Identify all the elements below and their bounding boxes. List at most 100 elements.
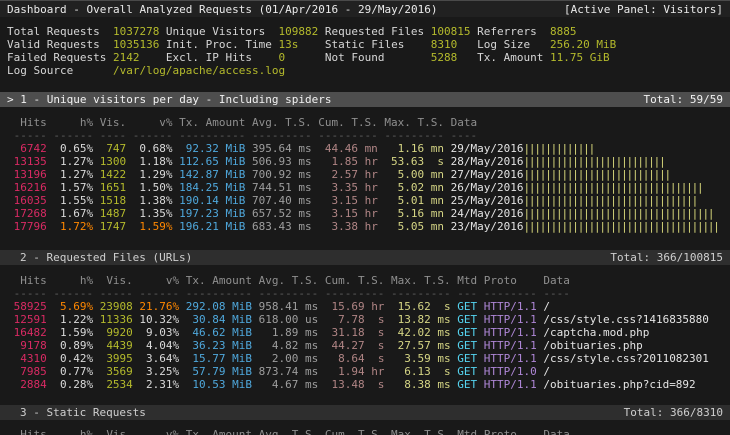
column-header: Proto [484,274,544,287]
column-header: Avg. T.S. [252,428,318,435]
visitors-table-body: 6742 0.65% 747 0.68% 92.32 MiB 395.64 ms… [0,142,730,233]
visitors-cell: 11336 [93,313,133,326]
log-source-path: /var/log/apache/access.log [113,64,285,77]
url-cell: /css/style.css?2011082301 [543,352,709,365]
visitor-day-row[interactable]: 16035 1.55% 1518 1.38% 190.14 MiB 707.40… [0,194,730,207]
max-time-cell: 6.13 s [384,365,450,378]
tx-amount-cell: 142.87 MiB [173,168,246,181]
max-time-cell: 3.59 ms [384,352,450,365]
column-dashes: --------- [245,129,311,142]
max-time-cell: 5.05 mn [378,220,444,233]
cum-time-cell: 1.85 hr [312,155,378,168]
requested-file-row[interactable]: 2884 0.28% 2534 2.31% 10.53 MiB 4.67 ms … [0,378,730,391]
panel-header-static-requests[interactable]: 3 - Static Requests Total: 366/8310 [0,405,730,420]
avg-time-cell: 1.89 ms [252,326,318,339]
panel-header-visitors[interactable]: > 1 - Unique visitors per day - Includin… [0,92,730,107]
metric-value: 8310 [431,38,477,51]
tx-amount-cell: 112.65 MiB [173,155,246,168]
column-header: Data [543,428,570,435]
max-time-cell: 53.63 s [378,155,444,168]
max-time-cell: 1.16 mn [378,142,444,155]
date-cell: 27/May/2016 [444,168,523,181]
avg-time-cell: 4.82 ms [252,339,318,352]
visitor-day-row[interactable]: 16216 1.57% 1651 1.50% 184.25 MiB 744.51… [0,181,730,194]
panel-title: 1 - Unique visitors per day - Including … [20,93,331,106]
cum-time-cell: 3.15 hr [312,207,378,220]
requested-file-row[interactable]: 4310 0.42% 3995 3.64% 15.77 MiB 2.00 ms … [0,352,730,365]
requested-file-row[interactable]: 16482 1.59% 9920 9.03% 46.62 MiB 1.89 ms… [0,326,730,339]
avg-time-cell: 2.00 ms [252,352,318,365]
column-header: Hits [7,428,47,435]
protocol-cell: HTTP/1.0 [484,365,544,378]
requested-file-row[interactable]: 12591 1.22% 11336 10.32% 30.84 MiB 618.0… [0,313,730,326]
cum-time-cell: 44.27 s [318,339,384,352]
max-time-cell: 15.62 s [384,300,450,313]
hits-cell: 16035 [7,194,47,207]
method-cell: GET [451,378,484,391]
hits-percent-cell: 0.89% [47,339,93,352]
avg-time-cell: 873.74 ms [252,365,318,378]
avg-time-cell: 4.67 ms [252,378,318,391]
avg-time-cell: 618.00 us [252,313,318,326]
visitors-percent-cell: 1.38% [126,194,172,207]
method-cell: GET [451,339,484,352]
url-cell: /obituaries.php [543,339,642,352]
metric-label: Unique Visitors [166,25,279,38]
visitor-day-row[interactable]: 13196 1.27% 1422 1.29% 142.87 MiB 700.92… [0,168,730,181]
metric-value: 13s [279,38,325,51]
column-header: h% [47,428,93,435]
visitor-day-row[interactable]: 17268 1.67% 1487 1.35% 197.23 MiB 657.52… [0,207,730,220]
visitor-day-row[interactable]: 6742 0.65% 747 0.68% 92.32 MiB 395.64 ms… [0,142,730,155]
metric-label: Valid Requests [7,38,113,51]
metric-value: 1035136 [113,38,166,51]
requested-file-row[interactable]: 7985 0.77% 3569 3.25% 57.79 MiB 873.74 m… [0,365,730,378]
visitors-cell: 23908 [93,300,133,313]
metric-label: Failed Requests [7,51,113,64]
column-dashes: ---------- [173,129,246,142]
panel-header-requested-files[interactable]: 2 - Requested Files (URLs) Total: 366/10… [0,250,730,265]
tx-amount-cell: 184.25 MiB [173,181,246,194]
visitors-percent-cell: 4.04% [133,339,179,352]
column-header: Hits [7,116,47,129]
visitor-day-row[interactable]: 13135 1.27% 1300 1.18% 112.65 MiB 506.93… [0,155,730,168]
requested-file-row[interactable]: 58925 5.69% 23908 21.76% 292.08 MiB 958.… [0,300,730,313]
hits-cell: 2884 [7,378,47,391]
column-dashes: --- [451,287,484,300]
visitor-day-row[interactable]: 17796 1.72% 1747 1.59% 196.21 MiB 683.43… [0,220,730,233]
column-dashes: ---------- [179,287,252,300]
overall-summary: Total Requests1037278Unique Visitors1098… [0,25,730,77]
column-header: h% [47,116,93,129]
column-dashes: -------- [484,287,544,300]
visitors-percent-cell: 1.18% [126,155,172,168]
hits-bar: |||||||||||||||||||||||||||||||||||| [524,220,730,233]
visitors-percent-cell: 1.50% [126,181,172,194]
hits-bar: ||||||||||||||||||||||||||| [524,168,730,181]
protocol-cell: HTTP/1.1 [484,339,544,352]
column-header: Data [444,116,523,129]
hits-bar: |||||||||||||||||||||||||| [524,155,730,168]
hits-percent-cell: 1.57% [47,181,93,194]
requested-file-row[interactable]: 9178 0.89% 4439 4.04% 36.23 MiB 4.82 ms … [0,339,730,352]
tx-amount-cell: 30.84 MiB [179,313,252,326]
title-bar: Dashboard - Overall Analyzed Requests (0… [0,0,730,17]
max-time-cell: 5.01 mn [378,194,444,207]
metric-label: Log Size [477,38,550,51]
panel-total: Total: 366/8310 [624,405,723,420]
date-cell: 29/May/2016 [444,142,523,155]
column-header: Cum. T.S. [312,116,378,129]
column-header: Vis. [93,428,133,435]
panel-title: 2 - Requested Files (URLs) [20,251,192,264]
cum-time-cell: 31.18 s [318,326,384,339]
url-cell: / [543,365,550,378]
visitors-cell: 1518 [93,194,126,207]
summary-row: Failed Requests2142Excl. IP Hits0Not Fou… [0,51,730,64]
max-time-cell: 5.00 mn [378,168,444,181]
column-header: Cum. T.S. [318,274,384,287]
hits-cell: 4310 [7,352,47,365]
metric-label: Requested Files [325,25,431,38]
metric-label: Referrers [477,25,550,38]
column-header: Tx. Amount [173,116,246,129]
column-dashes: ------ [133,287,179,300]
column-header: Proto [484,428,544,435]
visitors-percent-cell: 1.35% [126,207,172,220]
